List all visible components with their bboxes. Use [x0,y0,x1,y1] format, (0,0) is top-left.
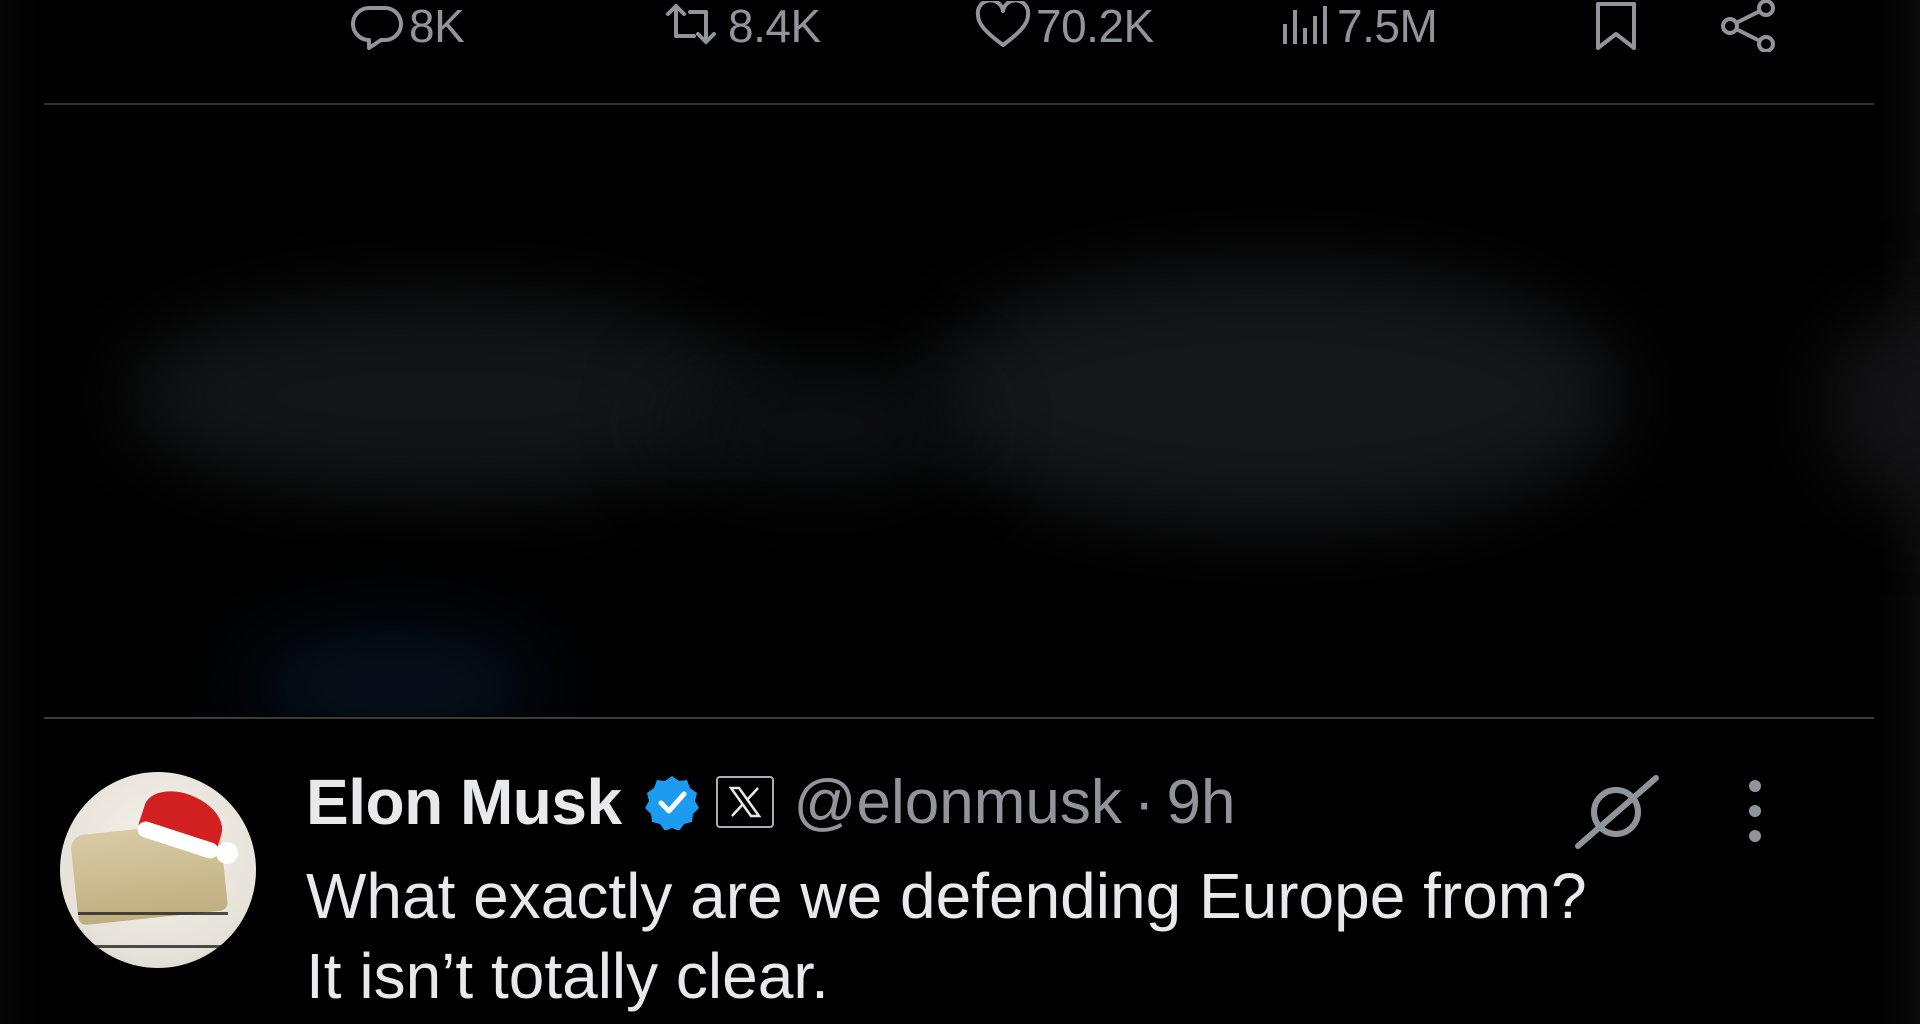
bookmark-button[interactable] [1590,0,1642,52]
bookmark-icon [1590,0,1642,52]
tweet-header: Elon Musk @elonmusk · 9h [306,762,1235,842]
user-handle[interactable]: @elonmusk [794,767,1122,838]
blur-blob [664,366,964,486]
reply-button[interactable]: 8K [349,0,465,52]
x-logo-icon[interactable] [715,776,774,828]
reply-count: 8K [409,0,465,52]
repost-button[interactable]: 8.4K [660,0,821,52]
grok-icon[interactable] [1572,772,1662,857]
verified-badge-icon[interactable] [644,774,700,830]
share-button[interactable] [1720,0,1780,52]
views-count: 7.5M [1337,0,1438,52]
page: 8K 8.4K 70.2K 7.5M Elon Musk @elonmusk ·… [0,0,1920,1024]
separator-dot: · [1133,767,1155,837]
divider [44,717,1874,719]
blur-blob [124,296,764,496]
blurred-media[interactable] [44,106,1920,716]
repost-icon [660,2,724,50]
share-icon [1720,0,1780,52]
timestamp[interactable]: 9h [1166,767,1235,838]
tweet[interactable]: Elon Musk @elonmusk · 9h What exactly ar… [44,720,1874,1024]
santa-hat-pompom [216,842,238,864]
views-bar-chart-icon [1277,2,1333,50]
blur-blob [924,266,1624,526]
like-button[interactable]: 70.2K [974,0,1154,52]
tweet-text: What exactly are we defending Europe fro… [306,856,1866,1016]
like-count: 70.2K [1036,0,1154,52]
display-name[interactable]: Elon Musk [306,765,622,839]
avatar[interactable] [60,772,256,968]
blur-blob [244,626,544,716]
avatar-scribble [78,912,228,948]
tweet-action-bar: 8K 8.4K 70.2K 7.5M [44,0,1874,104]
heart-icon [974,1,1032,51]
tweet-text-line: What exactly are we defending Europe fro… [306,860,1587,932]
more-options-icon[interactable] [1744,776,1766,851]
reply-bubble-icon [349,2,405,50]
views-button[interactable]: 7.5M [1277,0,1438,52]
divider [44,103,1874,105]
blur-blob [1824,306,1920,506]
left-gutter [0,0,44,1024]
repost-count: 8.4K [728,0,821,52]
tweet-text-line: It isn’t totally clear. [306,940,829,1012]
